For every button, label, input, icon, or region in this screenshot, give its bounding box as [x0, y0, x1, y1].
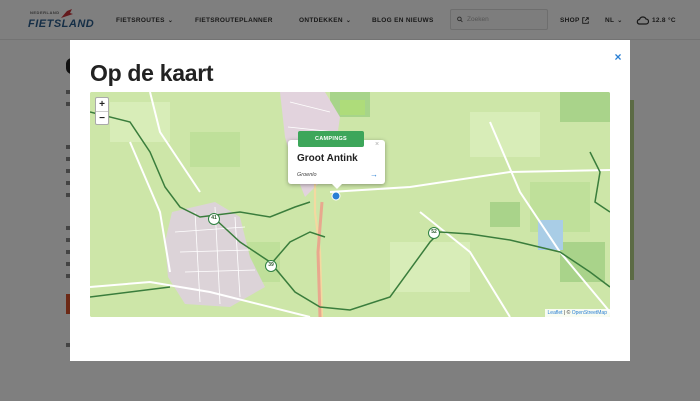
map-tiles: [90, 92, 610, 317]
map-modal: Op de kaart × 41 39 52 + − CAMPINGS × Gr…: [70, 40, 630, 361]
modal-title: Op de kaart: [90, 60, 214, 86]
zoom-in-button[interactable]: +: [96, 98, 108, 111]
popup-close-icon[interactable]: ×: [375, 141, 379, 148]
map-popup: CAMPINGS × Groot Antink Groenlo →: [288, 131, 385, 189]
zoom-control: + −: [95, 97, 109, 125]
attribution-separator: | ©: [562, 310, 572, 316]
arrow-right-icon[interactable]: →: [370, 170, 378, 179]
map-view[interactable]: 41 39 52 + − CAMPINGS × Groot Antink Gro…: [90, 92, 610, 317]
popup-title: Groot Antink: [297, 153, 358, 164]
route-node-41[interactable]: 41: [208, 213, 220, 225]
map-attribution: Leaflet | © OpenStreetMap: [544, 309, 610, 317]
route-node-52[interactable]: 52: [428, 227, 440, 239]
openstreetmap-link[interactable]: OpenStreetMap: [572, 310, 607, 316]
close-icon[interactable]: ×: [611, 50, 625, 64]
leaflet-link[interactable]: Leaflet: [548, 310, 563, 316]
zoom-out-button[interactable]: −: [96, 111, 108, 124]
popup-category-badge: CAMPINGS: [298, 131, 364, 147]
popup-subtitle: Groenlo: [297, 172, 317, 178]
route-node-39[interactable]: 39: [265, 260, 277, 272]
